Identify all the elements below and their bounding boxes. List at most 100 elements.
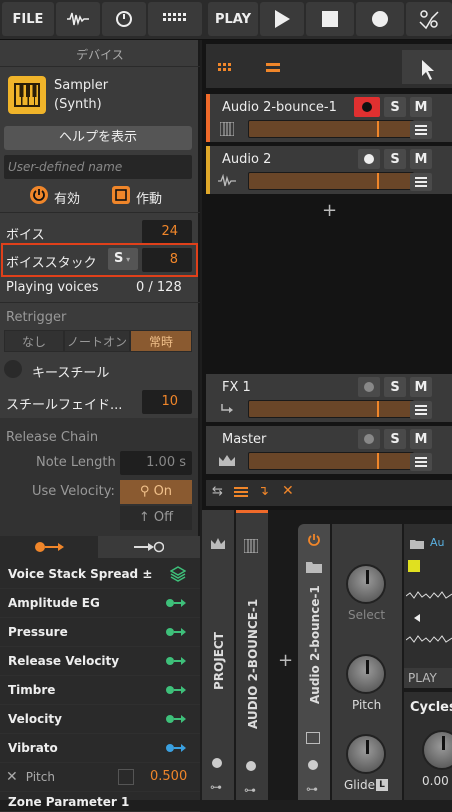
mod-item-release-velocity[interactable]: Release Velocity (0, 647, 200, 676)
folder-icon[interactable] (306, 560, 322, 577)
retrigger-always-option[interactable]: 常時 (130, 330, 192, 352)
device-name: Sampler (54, 78, 109, 93)
sampler-keys-icon (8, 76, 46, 114)
mod-item-pressure[interactable]: Pressure (0, 618, 200, 647)
waveform-icon[interactable] (56, 2, 100, 36)
stop-icon[interactable] (306, 2, 354, 36)
volume-fader[interactable] (248, 172, 414, 190)
mod-item-timbre[interactable]: Timbre (0, 676, 200, 705)
track-fx-1[interactable]: FX 1 S M (206, 374, 452, 422)
grid-view-icon[interactable] (218, 62, 232, 77)
play-menu-button[interactable]: PLAY (208, 2, 258, 36)
chip-icon[interactable] (112, 186, 130, 204)
pitch-mod-amount[interactable]: 0.500 (150, 769, 187, 784)
volume-fader[interactable] (248, 400, 414, 418)
show-help-button[interactable]: ヘルプを表示 (4, 126, 192, 150)
window-icon[interactable] (306, 732, 320, 744)
pin-icon: ⚲ (139, 484, 154, 499)
mod-target-pitch-row[interactable]: ✕ Pitch 0.500 (0, 763, 200, 792)
add-track-icon[interactable]: + (322, 200, 337, 221)
track-master[interactable]: Master S M (206, 426, 452, 474)
folder-icon[interactable] (410, 538, 424, 553)
track-tools-bar: ⇆ ↴ ✕ (206, 480, 452, 506)
layers-icon (170, 566, 186, 582)
velocity-off-option[interactable]: ↑ Off (120, 506, 192, 530)
mod-item-label: Pressure (8, 625, 68, 639)
track-audio-2[interactable]: Audio 2 S M (206, 146, 452, 194)
power-icon[interactable] (306, 532, 322, 552)
solo-button[interactable]: S (384, 97, 406, 117)
retrigger-none-option[interactable]: なし (4, 330, 64, 352)
mod-item-zone-parameter[interactable]: Zone Parameter 1 (0, 792, 200, 812)
list-view-icon[interactable] (266, 62, 280, 77)
file-menu-button[interactable]: FILE (2, 2, 54, 36)
retrigger-note-on-option[interactable]: ノートオン (64, 330, 130, 352)
record-arm-button[interactable] (358, 429, 380, 449)
mute-button[interactable]: M (410, 429, 432, 449)
keysteal-toggle[interactable] (4, 360, 22, 378)
dial-icon[interactable] (102, 2, 146, 36)
glide-mode-icon[interactable]: L (376, 779, 388, 791)
sample-name: Au (430, 536, 445, 549)
solo-button[interactable]: S (384, 149, 406, 169)
record-arm-button[interactable] (358, 377, 380, 397)
note-length-label: Note Length (36, 455, 116, 470)
automation-icon[interactable] (406, 2, 452, 36)
solo-button[interactable]: S (384, 429, 406, 449)
play-icon[interactable] (260, 2, 304, 36)
select-knob[interactable] (346, 564, 386, 604)
mod-item-voice-stack-spread[interactable]: Voice Stack Spread ± (0, 560, 200, 589)
track-menu-icon[interactable] (410, 121, 432, 139)
record-arm-button[interactable] (358, 149, 380, 169)
track-menu-icon[interactable] (410, 173, 432, 191)
mute-button[interactable]: M (410, 97, 432, 117)
volume-fader[interactable] (248, 120, 414, 138)
mute-button[interactable]: M (410, 377, 432, 397)
waveform-display (406, 591, 452, 643)
mod-item-velocity[interactable]: Velocity (0, 705, 200, 734)
mute-button[interactable]: M (410, 149, 432, 169)
note-length-value[interactable]: 1.00 s (120, 451, 192, 475)
indicator-dot-icon (212, 758, 222, 768)
swap-icon[interactable]: ⇆ (212, 484, 223, 499)
glide-knob[interactable] (346, 734, 386, 774)
voice-stack-value[interactable]: 8 (142, 248, 192, 272)
play-mode-label[interactable]: PLAY (404, 668, 452, 688)
volume-fader[interactable] (248, 452, 414, 470)
record-arm-button[interactable] (354, 97, 380, 117)
voices-value[interactable]: 24 (142, 220, 192, 244)
release-chain-label: Release Chain (6, 430, 99, 445)
bounce-track-tab[interactable]: AUDIO 2-BOUNCE-1 ⊶ (236, 510, 268, 800)
unipolar-icon[interactable] (118, 769, 134, 785)
mod-item-vibrato[interactable]: Vibrato (0, 734, 200, 763)
device-knob-panel: Select Pitch Glide L (332, 524, 402, 800)
bounce-track-label: AUDIO 2-BOUNCE-1 (246, 598, 260, 729)
indicator-dot-icon (308, 760, 318, 770)
user-defined-name-field[interactable]: User-defined name (4, 155, 192, 179)
track-menu-icon[interactable] (410, 401, 432, 419)
close-icon[interactable]: ✕ (282, 483, 294, 499)
mod-item-label: Timbre (8, 683, 56, 697)
route-icon[interactable]: ↴ (258, 484, 269, 499)
solo-button[interactable]: S (384, 377, 406, 397)
power-icon[interactable] (30, 186, 48, 204)
steal-fade-value[interactable]: 10 (142, 390, 192, 414)
keyboard-grid-icon[interactable] (148, 2, 202, 36)
mod-item-amplitude-eg[interactable]: Amplitude EG (0, 589, 200, 618)
pointer-tool-button[interactable] (402, 50, 452, 84)
remove-icon[interactable]: ✕ (6, 769, 18, 785)
route-arrow-icon: ⊶ (210, 780, 222, 794)
cycles-knob[interactable] (422, 730, 452, 770)
record-icon[interactable] (356, 2, 404, 36)
modulator-target-tab[interactable] (98, 536, 200, 558)
project-tab[interactable]: PROJECT ⊶ (202, 510, 234, 800)
track-name: Audio 2 (222, 152, 272, 167)
track-audio-2-bounce-1[interactable]: Audio 2-bounce-1 S M (206, 94, 452, 142)
pitch-knob[interactable] (346, 654, 386, 694)
list-orange-icon[interactable] (234, 486, 248, 502)
modulator-source-tab[interactable] (0, 536, 98, 558)
track-menu-icon[interactable] (410, 453, 432, 471)
add-device-icon[interactable]: + (278, 650, 293, 671)
voice-stack-mode-select[interactable]: S ▾ (108, 248, 138, 270)
velocity-on-option[interactable]: ⚲ On (120, 480, 192, 504)
